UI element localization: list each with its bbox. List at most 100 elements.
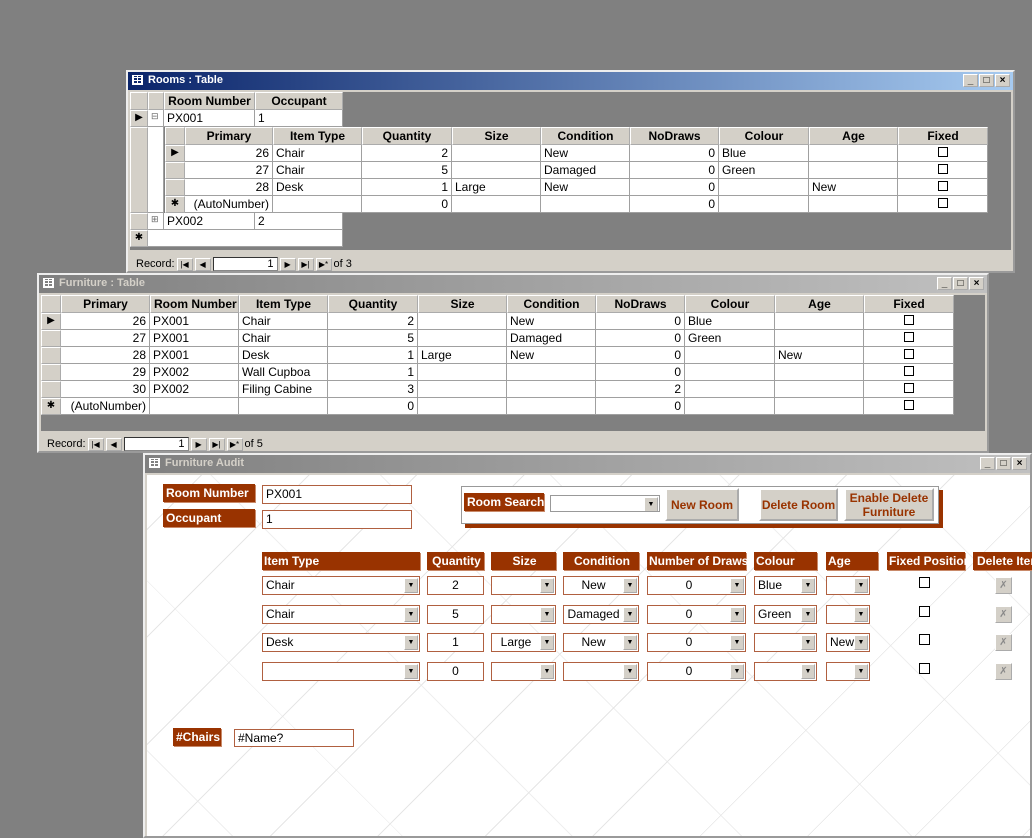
- table-cell[interactable]: PX002: [150, 364, 239, 381]
- sub-cell[interactable]: New: [541, 179, 630, 196]
- table-cell[interactable]: Filing Cabine: [239, 381, 328, 398]
- corner-selector[interactable]: [130, 92, 148, 110]
- table-cell[interactable]: [864, 313, 954, 330]
- chairs-count-field[interactable]: #Name?: [234, 729, 354, 747]
- table-cell[interactable]: [864, 381, 954, 398]
- delete-room-button[interactable]: Delete Room: [759, 488, 838, 521]
- column-header[interactable]: Fixed: [864, 295, 954, 313]
- table-cell[interactable]: [864, 330, 954, 347]
- sub-cell[interactable]: Large: [452, 179, 541, 196]
- sub-column-header[interactable]: Condition: [541, 127, 630, 145]
- table-cell[interactable]: [685, 381, 775, 398]
- last-record-button[interactable]: ▶|: [208, 437, 225, 451]
- sub-cell[interactable]: 1: [362, 179, 452, 196]
- table-cell[interactable]: 30: [61, 381, 150, 398]
- table-cell[interactable]: New: [507, 313, 596, 330]
- condition-combo[interactable]: New ▼: [563, 633, 639, 653]
- expand-toggle[interactable]: ⊟: [148, 110, 164, 127]
- number-of-draws-combo[interactable]: 0 ▼: [647, 576, 746, 595]
- sub-cell[interactable]: Blue: [719, 145, 809, 162]
- column-header[interactable]: Room Number: [150, 295, 239, 313]
- colour-combo[interactable]: Green ▼: [754, 604, 817, 624]
- sub-cell[interactable]: [719, 179, 809, 196]
- dropdown-arrow-icon[interactable]: ▼: [540, 664, 554, 680]
- checkbox[interactable]: [937, 147, 948, 157]
- prev-record-button[interactable]: ◀: [105, 437, 122, 451]
- sub-column-header[interactable]: Primary: [185, 127, 273, 145]
- dropdown-arrow-icon[interactable]: ▼: [404, 635, 418, 651]
- column-header[interactable]: Condition: [507, 295, 596, 313]
- colour-combo[interactable]: ▼: [754, 662, 817, 682]
- sub-cell[interactable]: [452, 145, 541, 162]
- sub-cell[interactable]: 0: [630, 179, 719, 196]
- sub-cell[interactable]: [809, 145, 898, 162]
- table-cell[interactable]: 5: [328, 330, 418, 347]
- row-selector[interactable]: [41, 364, 61, 381]
- rooms-title-bar[interactable]: Rooms : Table _ □ ×: [128, 72, 1013, 90]
- dropdown-arrow-icon[interactable]: ▼: [730, 606, 744, 622]
- dropdown-arrow-icon[interactable]: ▼: [623, 606, 637, 622]
- new-record-button[interactable]: ▶*: [315, 257, 332, 271]
- sub-cell[interactable]: 0: [630, 162, 719, 179]
- table-cell[interactable]: (AutoNumber): [61, 398, 150, 415]
- column-header[interactable]: Size: [418, 295, 507, 313]
- sub-column-header[interactable]: Colour: [719, 127, 809, 145]
- number-of-draws-combo[interactable]: 0 ▼: [647, 633, 746, 653]
- sub-cell[interactable]: (AutoNumber): [185, 196, 273, 213]
- dropdown-arrow-icon[interactable]: ▼: [854, 635, 868, 651]
- sub-column-header[interactable]: Size: [452, 127, 541, 145]
- fixed-position-checkbox[interactable]: [919, 577, 930, 588]
- quantity-field[interactable]: 1: [427, 633, 484, 653]
- column-header[interactable]: Colour: [685, 295, 775, 313]
- table-cell[interactable]: Damaged: [507, 330, 596, 347]
- table-cell[interactable]: [507, 364, 596, 381]
- column-header[interactable]: Quantity: [328, 295, 418, 313]
- table-cell[interactable]: [418, 398, 507, 415]
- delete-item-button[interactable]: ✗: [995, 634, 1012, 652]
- sub-cell[interactable]: 0: [362, 196, 452, 213]
- sub-column-header[interactable]: Age: [809, 127, 898, 145]
- new-row-selector[interactable]: ✱: [130, 230, 148, 247]
- table-cell[interactable]: New: [507, 347, 596, 364]
- sub-column-header[interactable]: NoDraws: [630, 127, 719, 145]
- table-cell[interactable]: PX001: [150, 330, 239, 347]
- checkbox[interactable]: [937, 181, 948, 191]
- minimize-button[interactable]: _: [937, 277, 952, 290]
- prev-record-button[interactable]: ◀: [194, 257, 211, 271]
- dropdown-arrow-icon[interactable]: ▼: [540, 578, 554, 593]
- table-cell[interactable]: [685, 398, 775, 415]
- table-cell[interactable]: [775, 313, 864, 330]
- age-combo[interactable]: ▼: [826, 604, 870, 624]
- item-type-combo[interactable]: Chair ▼: [262, 576, 420, 595]
- record-number-input[interactable]: 1: [123, 437, 189, 451]
- room-number-field[interactable]: PX001: [262, 485, 412, 504]
- table-cell[interactable]: 0: [596, 330, 685, 347]
- table-cell[interactable]: [150, 398, 239, 415]
- maximize-button[interactable]: □: [953, 277, 968, 290]
- table-cell[interactable]: 0: [596, 347, 685, 364]
- dropdown-arrow-icon[interactable]: ▼: [623, 578, 637, 593]
- sub-cell[interactable]: 26: [185, 145, 273, 162]
- table-cell[interactable]: 0: [328, 398, 418, 415]
- last-record-button[interactable]: ▶|: [297, 257, 314, 271]
- row-selector[interactable]: [41, 381, 61, 398]
- sub-cell[interactable]: 28: [185, 179, 273, 196]
- maximize-button[interactable]: □: [979, 74, 994, 87]
- sub-cell[interactable]: [809, 196, 898, 213]
- sub-cell[interactable]: 5: [362, 162, 452, 179]
- row-selector[interactable]: ▶: [130, 110, 148, 127]
- dropdown-arrow-icon[interactable]: ▼: [854, 664, 868, 680]
- dropdown-arrow-icon[interactable]: ▼: [623, 635, 637, 651]
- dropdown-arrow-icon[interactable]: ▼: [730, 635, 744, 651]
- delete-item-button[interactable]: ✗: [995, 663, 1012, 681]
- dropdown-arrow-icon[interactable]: ▼: [404, 606, 418, 622]
- age-combo[interactable]: New ▼: [826, 633, 870, 653]
- sub-cell[interactable]: [719, 196, 809, 213]
- table-cell[interactable]: 0: [596, 313, 685, 330]
- close-button[interactable]: ×: [969, 277, 984, 290]
- sub-corner[interactable]: [165, 127, 185, 145]
- dropdown-arrow-icon[interactable]: ▼: [801, 664, 815, 680]
- sub-row-selector[interactable]: ▶: [165, 145, 185, 162]
- table-cell[interactable]: PX002: [150, 381, 239, 398]
- table-cell[interactable]: [507, 381, 596, 398]
